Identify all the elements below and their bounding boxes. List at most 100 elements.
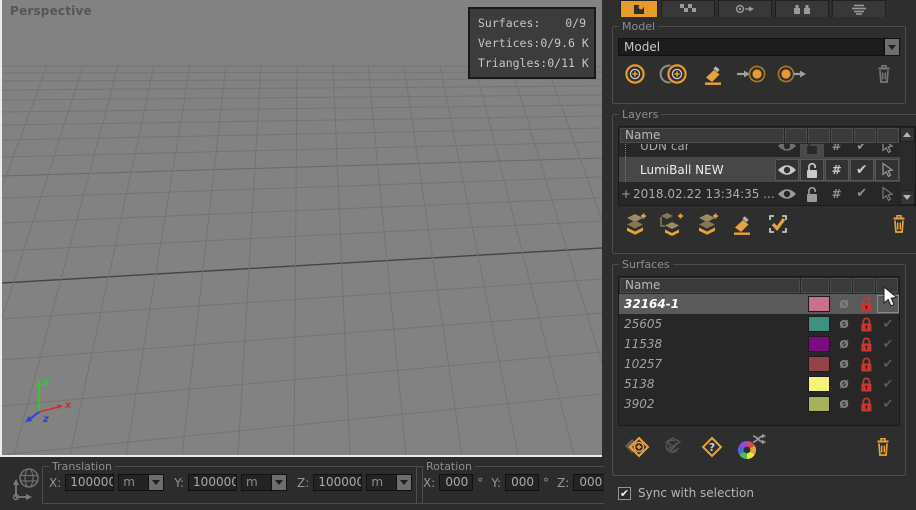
lock-icon[interactable] [855, 395, 877, 413]
rename-layer-button[interactable] [729, 211, 755, 237]
surface-color-swatch[interactable] [808, 316, 830, 332]
lock-open-icon[interactable] [800, 183, 824, 204]
hash-icon[interactable]: # [825, 183, 849, 204]
tab-animation[interactable] [718, 0, 772, 17]
surface-row[interactable]: 5138 ø ✔ [619, 374, 899, 394]
hidden-icon[interactable]: ø [833, 297, 855, 311]
chevron-down-icon[interactable] [271, 474, 287, 491]
check-icon[interactable]: ✔ [877, 338, 899, 351]
check-icon[interactable]: ✔ [850, 159, 874, 181]
layers-column-header[interactable] [808, 128, 830, 143]
check-icon[interactable]: ✔ [850, 183, 874, 204]
layers-column-header[interactable] [854, 128, 876, 143]
duplicate-layer-button[interactable] [694, 211, 720, 237]
delete-layer-button[interactable] [887, 212, 912, 237]
model-select[interactable]: Model [618, 38, 900, 56]
surface-row[interactable]: 25605 ø ✔ [619, 314, 899, 334]
delete-model-button[interactable] [872, 62, 896, 86]
tab-scene[interactable] [620, 0, 658, 17]
scroll-down-icon[interactable] [900, 190, 915, 205]
layers-column-header[interactable] [831, 128, 853, 143]
translate-x-unit-select[interactable]: m [118, 474, 164, 491]
hidden-icon[interactable]: ø [833, 397, 855, 411]
check-icon[interactable]: ✔ [877, 318, 899, 331]
rotate-x-input[interactable]: 000 [439, 474, 473, 491]
layers-scrollbar[interactable] [900, 127, 915, 205]
surface-row[interactable]: 10257 ø ✔ [619, 354, 899, 374]
import-to-model-button[interactable] [735, 61, 767, 87]
rotate-z-input[interactable]: 000 [573, 474, 607, 491]
surface-row-selected[interactable]: 32164-1 ø ✔ [619, 294, 899, 314]
surface-color-swatch[interactable] [808, 296, 830, 312]
surface-check-button-disabled[interactable] [661, 434, 689, 460]
check-icon[interactable]: ✔ [877, 378, 899, 391]
surface-color-swatch[interactable] [808, 336, 830, 352]
add-child-layer-button[interactable] [657, 211, 685, 237]
sync-with-selection-option[interactable]: ✔ Sync with selection [618, 486, 754, 500]
layers-column-header[interactable] [877, 128, 899, 143]
hidden-icon[interactable]: ø [833, 317, 855, 331]
surfaces-column-header[interactable] [830, 278, 852, 293]
hidden-icon[interactable]: ø [833, 377, 855, 391]
check-icon[interactable]: ✔ [877, 398, 899, 411]
lock-icon[interactable] [855, 335, 877, 353]
query-surface-button[interactable]: ? [698, 433, 726, 461]
surface-row[interactable]: 11538 ø ✔ [619, 334, 899, 354]
translate-z-unit-select[interactable]: m [366, 474, 412, 491]
visibility-icon[interactable] [775, 183, 799, 204]
hidden-icon[interactable]: ø [833, 357, 855, 371]
layers-table-header[interactable]: Name [619, 127, 900, 144]
surface-color-swatch[interactable] [808, 356, 830, 372]
expand-icon[interactable]: + [621, 187, 629, 201]
tab-materials[interactable] [661, 0, 715, 17]
add-model-button[interactable] [622, 61, 648, 87]
lock-icon[interactable] [855, 315, 877, 333]
export-from-model-button[interactable] [776, 61, 808, 87]
surfaces-column-header[interactable] [801, 278, 829, 293]
layers-column-header[interactable] [785, 128, 807, 143]
translate-y-unit-select[interactable]: m [241, 474, 287, 491]
hash-icon[interactable]: # [825, 144, 849, 157]
surfaces-table-header[interactable]: Name [619, 277, 899, 294]
lock-icon[interactable] [800, 144, 824, 157]
hidden-icon[interactable]: ø [833, 337, 855, 351]
lock-icon[interactable] [855, 295, 877, 313]
translate-z-input[interactable]: 100000 [313, 474, 362, 491]
translate-y-input[interactable]: 100000 [188, 474, 237, 491]
pick-icon[interactable] [875, 159, 899, 181]
check-icon[interactable]: ✔ [877, 358, 899, 371]
lock-open-icon[interactable] [800, 159, 824, 181]
add-surface-button[interactable] [622, 433, 652, 461]
hash-icon[interactable]: # [825, 159, 849, 181]
delete-surface-button[interactable] [871, 435, 896, 460]
layer-check-selection-button[interactable] [764, 210, 792, 238]
layer-row-selected[interactable]: LumiBall NEW # ✔ [619, 157, 900, 182]
surface-color-swatch[interactable] [808, 396, 830, 412]
surface-row[interactable]: 3902 ø ✔ [619, 394, 899, 414]
randomize-colors-button[interactable] [735, 433, 767, 461]
surfaces-column-header[interactable] [853, 278, 875, 293]
lock-icon[interactable] [855, 375, 877, 393]
chevron-down-icon[interactable] [148, 474, 164, 491]
layer-row[interactable]: + 2018.02.22 13:34:35 ... # ✔ [619, 182, 900, 205]
sync-checkbox[interactable]: ✔ [618, 487, 631, 500]
surface-color-swatch[interactable] [808, 376, 830, 392]
tab-constraints[interactable] [775, 0, 829, 17]
layer-row[interactable]: UDN car # ✔ [619, 144, 900, 157]
visibility-icon[interactable] [775, 159, 799, 181]
lock-icon[interactable] [855, 355, 877, 373]
tab-stack[interactable] [832, 0, 886, 17]
duplicate-model-button[interactable] [657, 61, 691, 87]
scroll-up-icon[interactable] [900, 127, 915, 142]
viewport-3d[interactable]: Perspective Surfaces:0/9 Vertices:0/9.6 … [0, 0, 602, 457]
rename-model-button[interactable] [700, 61, 726, 87]
translate-x-input[interactable]: 100000 [65, 474, 114, 491]
check-icon[interactable]: ✔ [850, 144, 874, 157]
add-layer-button[interactable] [622, 211, 648, 237]
chevron-down-icon[interactable] [396, 474, 412, 491]
rotate-y-input[interactable]: 000 [505, 474, 539, 491]
visibility-icon[interactable] [775, 144, 799, 157]
pick-icon[interactable] [875, 183, 899, 204]
pick-icon[interactable] [875, 144, 899, 157]
chevron-down-icon[interactable] [884, 38, 900, 56]
